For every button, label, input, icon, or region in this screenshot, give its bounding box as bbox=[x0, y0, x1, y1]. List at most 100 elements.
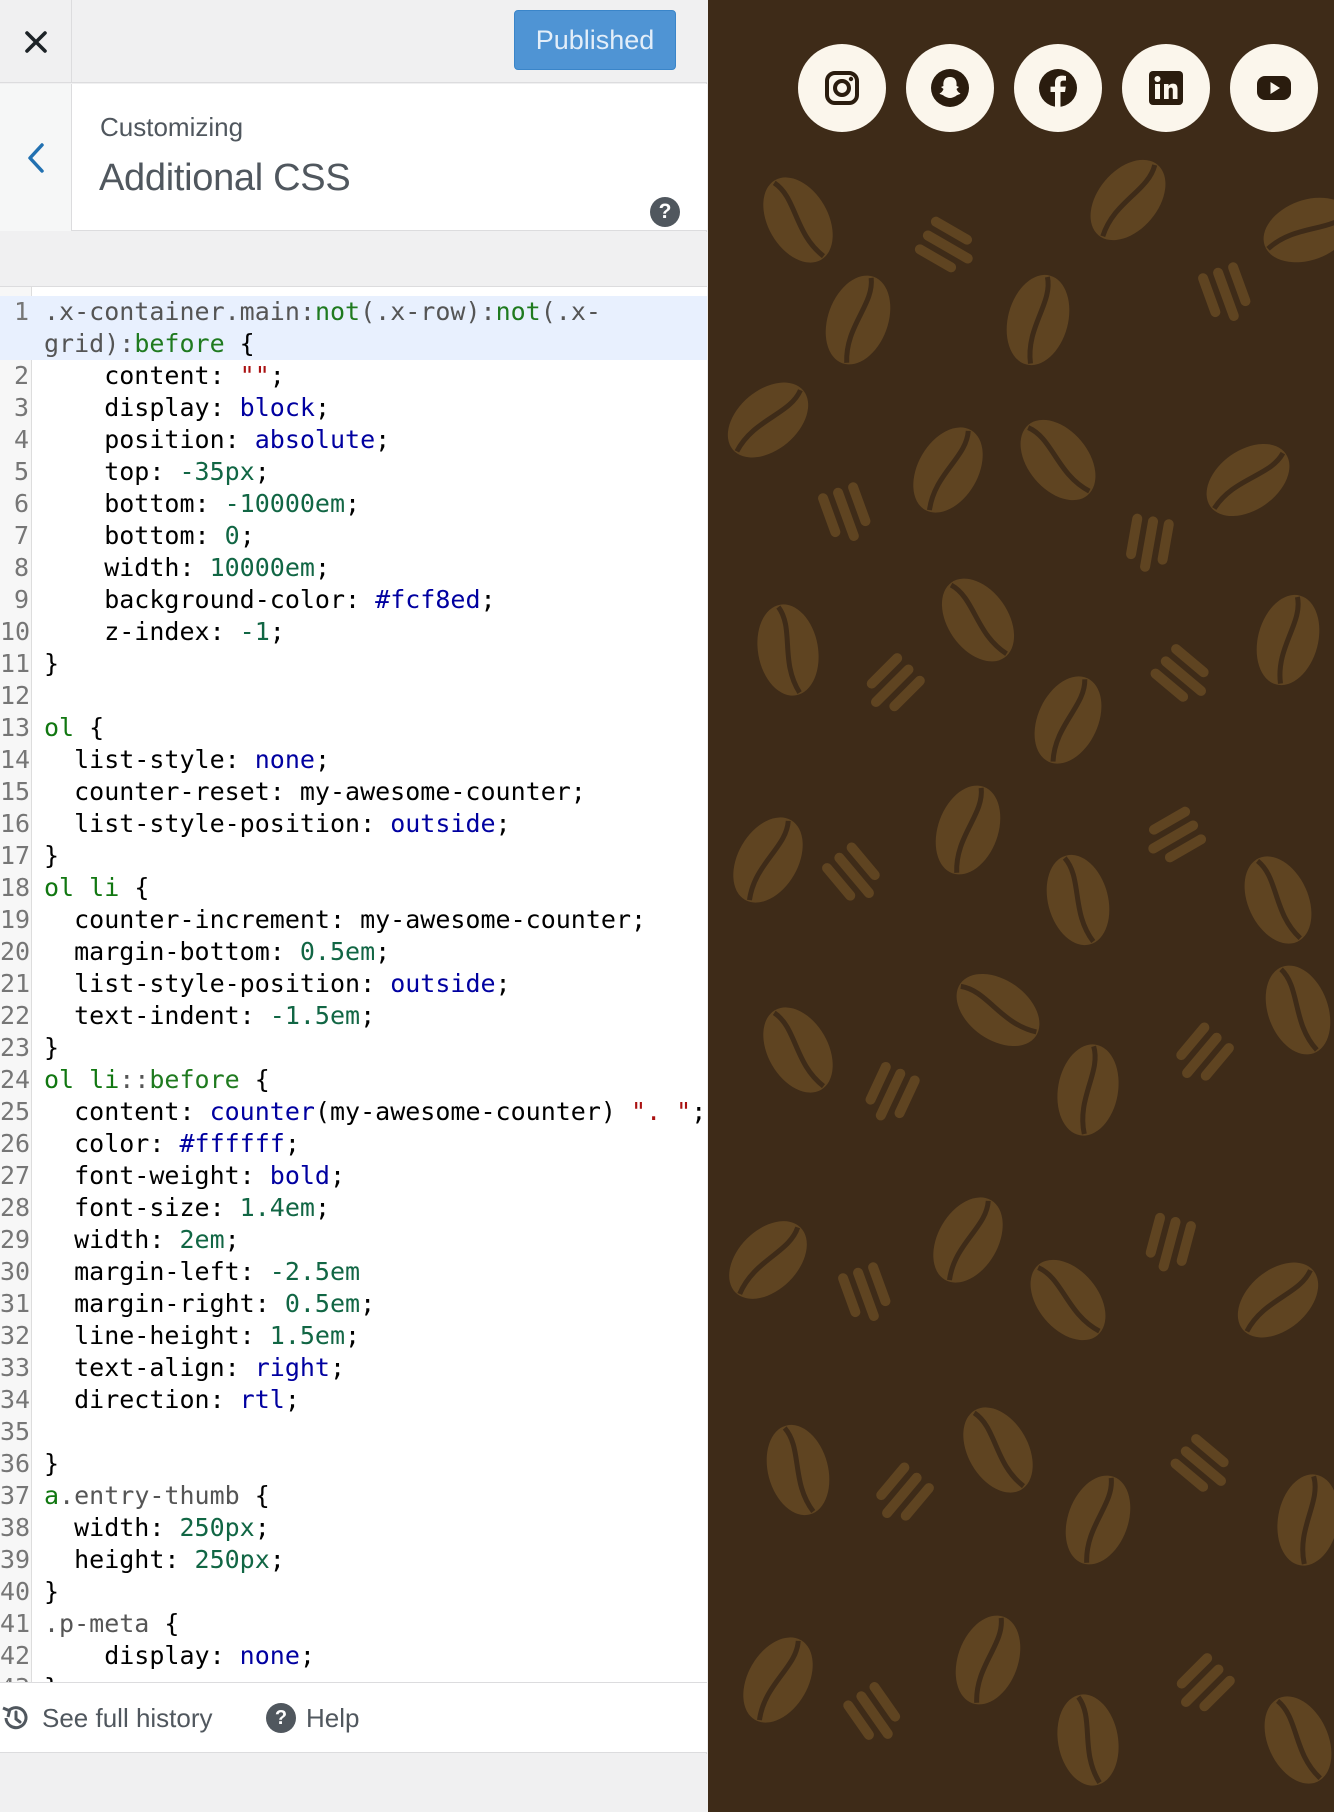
coffee-bean bbox=[843, 1682, 901, 1740]
code-line[interactable]: 43} bbox=[0, 1672, 707, 1682]
coffee-bean bbox=[1057, 1044, 1119, 1136]
linkedin-button[interactable] bbox=[1122, 44, 1210, 132]
code-line[interactable]: 27 font-weight: bold; bbox=[0, 1160, 707, 1192]
code-line[interactable]: 42 display: none; bbox=[0, 1640, 707, 1672]
coffee-bean bbox=[913, 427, 983, 513]
code-text: text-align: right; bbox=[44, 1353, 346, 1382]
coffee-bean bbox=[1065, 1475, 1131, 1565]
code-text: } bbox=[44, 1449, 60, 1478]
line-number: 16 bbox=[0, 809, 31, 838]
youtube-icon bbox=[1257, 76, 1291, 100]
code-line[interactable]: 16 list-style-position: outside; bbox=[0, 808, 707, 840]
code-text: position: absolute; bbox=[44, 425, 391, 454]
close-customizer-button[interactable] bbox=[0, 0, 72, 83]
code-line[interactable]: 2 content: ""; bbox=[0, 360, 707, 392]
code-line[interactable]: 6 bottom: -10000em; bbox=[0, 488, 707, 520]
code-line[interactable]: 14 list-style: none; bbox=[0, 744, 707, 776]
line-number: 15 bbox=[0, 777, 31, 806]
line-number: 12 bbox=[0, 681, 31, 710]
code-text: width: 2em; bbox=[44, 1225, 240, 1254]
back-button[interactable] bbox=[0, 84, 72, 231]
line-number: 4 bbox=[13, 425, 29, 454]
line-number: 21 bbox=[0, 969, 31, 998]
site-preview[interactable] bbox=[708, 0, 1334, 1812]
code-line[interactable]: 4 position: absolute; bbox=[0, 424, 707, 456]
history-label: See full history bbox=[42, 1702, 213, 1733]
code-line[interactable]: 17} bbox=[0, 840, 707, 872]
coffee-bean bbox=[935, 785, 1001, 875]
code-text: bottom: 0; bbox=[44, 521, 255, 550]
line-number: 25 bbox=[0, 1097, 31, 1126]
code-line[interactable]: grid):before { bbox=[0, 328, 707, 360]
line-number: 20 bbox=[0, 937, 31, 966]
code-line[interactable]: 35 bbox=[0, 1416, 707, 1448]
code-text: background-color: #fcf8ed; bbox=[44, 585, 496, 614]
code-line[interactable]: 1 .x-container.main:not(.x-row):not(.x- bbox=[0, 296, 707, 328]
line-number: 27 bbox=[0, 1161, 31, 1190]
code-line[interactable]: 40} bbox=[0, 1576, 707, 1608]
coffee-bean bbox=[955, 1615, 1021, 1705]
code-line[interactable]: 3 display: block; bbox=[0, 392, 707, 424]
code-line[interactable]: 32 line-height: 1.5em; bbox=[0, 1320, 707, 1352]
code-line[interactable]: 15 counter-reset: my-awesome-counter; bbox=[0, 776, 707, 808]
code-line[interactable]: 29 width: 2em; bbox=[0, 1224, 707, 1256]
help-link[interactable]: ? Help bbox=[266, 1699, 359, 1737]
help-icon[interactable]: ? bbox=[650, 197, 680, 227]
close-icon bbox=[24, 30, 47, 53]
code-line[interactable]: 36} bbox=[0, 1448, 707, 1480]
code-lines[interactable]: 1 .x-container.main:not(.x-row):not(.x-gr… bbox=[0, 296, 707, 1682]
code-text: ol li::before { bbox=[44, 1065, 270, 1094]
publish-button[interactable]: Published bbox=[514, 10, 676, 70]
code-text: a.entry-thumb { bbox=[44, 1481, 270, 1510]
code-line[interactable]: 28 font-size: 1.4em; bbox=[0, 1192, 707, 1224]
footer-actions: See full history ? Help bbox=[0, 1682, 707, 1753]
snapchat-button[interactable] bbox=[906, 44, 994, 132]
coffee-bean bbox=[1265, 965, 1331, 1055]
code-text: counter-reset: my-awesome-counter; bbox=[44, 777, 586, 806]
line-number: 36 bbox=[0, 1449, 31, 1478]
code-line[interactable]: 41 .p-meta { bbox=[0, 1608, 707, 1640]
code-line[interactable]: 21 list-style-position: outside; bbox=[0, 968, 707, 1000]
code-line[interactable]: 34 direction: rtl; bbox=[0, 1384, 707, 1416]
coffee-bean-pattern bbox=[727, 159, 1334, 1786]
code-line[interactable]: 19 counter-increment: my-awesome-counter… bbox=[0, 904, 707, 936]
coffee-bean bbox=[963, 1407, 1033, 1493]
code-line[interactable]: 30 margin-left: -2.5em bbox=[0, 1256, 707, 1288]
coffee-bean bbox=[838, 1262, 891, 1321]
code-line[interactable]: 11} bbox=[0, 648, 707, 680]
code-line[interactable]: 13 ol { bbox=[0, 712, 707, 744]
code-line[interactable]: 22 text-indent: -1.5em; bbox=[0, 1000, 707, 1032]
code-line[interactable]: 20 margin-bottom: 0.5em; bbox=[0, 936, 707, 968]
code-line[interactable]: 33 text-align: right; bbox=[0, 1352, 707, 1384]
css-code-editor[interactable]: 1 .x-container.main:not(.x-row):not(.x-gr… bbox=[0, 286, 707, 1682]
code-line[interactable]: 9 background-color: #fcf8ed; bbox=[0, 584, 707, 616]
code-line[interactable]: 7 bottom: 0; bbox=[0, 520, 707, 552]
code-line[interactable]: 18 ol li { bbox=[0, 872, 707, 904]
code-line[interactable]: 10 z-index: -1; bbox=[0, 616, 707, 648]
code-text: direction: rtl; bbox=[44, 1385, 300, 1414]
see-full-history-link[interactable]: See full history bbox=[0, 1699, 213, 1737]
help-label: Help bbox=[306, 1702, 360, 1733]
code-line[interactable]: 24 ol li::before { bbox=[0, 1064, 707, 1096]
facebook-button[interactable] bbox=[1014, 44, 1102, 132]
code-line[interactable]: 8 width: 10000em; bbox=[0, 552, 707, 584]
line-number: 37 bbox=[0, 1481, 31, 1510]
code-line[interactable]: 38 width: 250px; bbox=[0, 1512, 707, 1544]
coffee-bean bbox=[757, 604, 819, 696]
code-line[interactable]: 12 bbox=[0, 680, 707, 712]
code-line[interactable]: 37 a.entry-thumb { bbox=[0, 1480, 707, 1512]
code-text: width: 10000em; bbox=[44, 553, 330, 582]
line-number: 7 bbox=[13, 521, 29, 550]
code-text: list-style-position: outside; bbox=[44, 969, 511, 998]
help-circle-icon: ? bbox=[266, 1703, 296, 1733]
youtube-button[interactable] bbox=[1230, 44, 1318, 132]
coffee-bean bbox=[763, 1007, 833, 1093]
line-number: 17 bbox=[0, 841, 31, 870]
code-line[interactable]: 23} bbox=[0, 1032, 707, 1064]
instagram-button[interactable] bbox=[798, 44, 886, 132]
code-line[interactable]: 26 color: #ffffff; bbox=[0, 1128, 707, 1160]
code-line[interactable]: 31 margin-right: 0.5em; bbox=[0, 1288, 707, 1320]
code-line[interactable]: 39 height: 250px; bbox=[0, 1544, 707, 1576]
code-line[interactable]: 25 content: counter(my-awesome-counter) … bbox=[0, 1096, 707, 1128]
code-line[interactable]: 5 top: -35px; bbox=[0, 456, 707, 488]
